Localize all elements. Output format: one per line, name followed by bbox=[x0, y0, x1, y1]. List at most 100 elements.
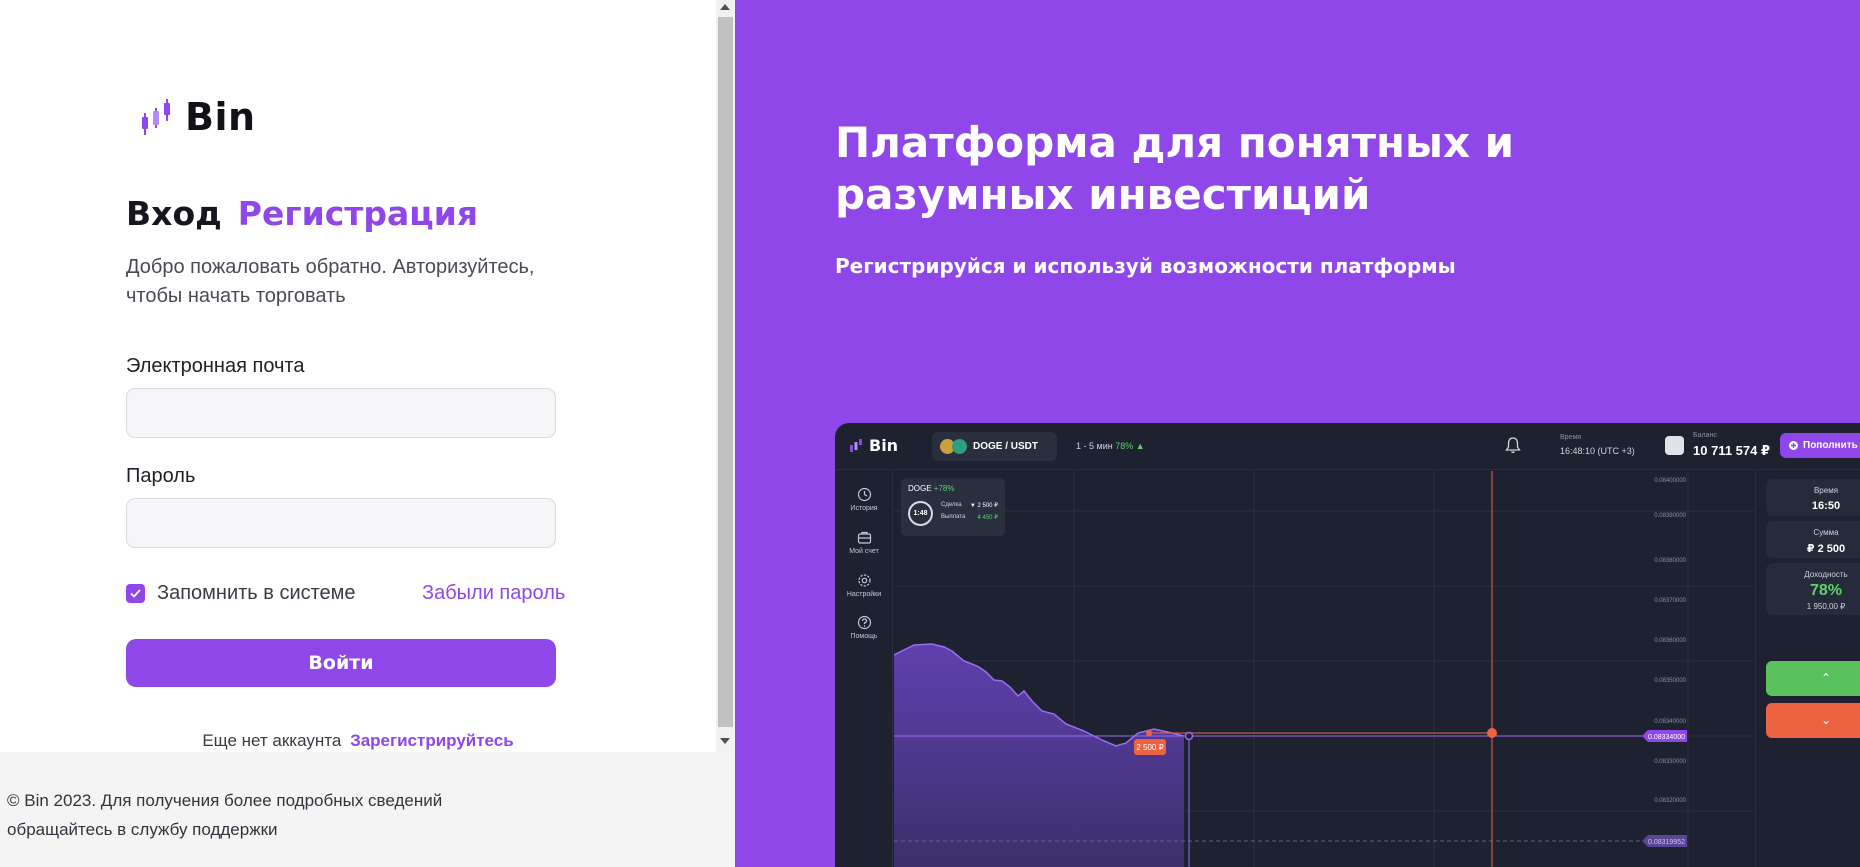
signup-row: Еще нет аккаунта Зарегистрируйтесь bbox=[0, 731, 716, 751]
price-axis: 0.08400000 0.08390000 0.08380000 0.08370… bbox=[1654, 478, 1686, 804]
preview-time-card: Время 16:50 bbox=[1766, 479, 1860, 516]
current-price-label: 0.08334000 bbox=[1648, 734, 1685, 741]
app-preview-image: Bin DOGE / USDT 1 - 5 мин 78% ▲ Время 16… bbox=[835, 423, 1860, 867]
preview-amount-card: Сумма ₽ 2 500 bbox=[1766, 521, 1860, 558]
password-label: Пароль bbox=[126, 465, 196, 487]
preview-sidebar-label: История bbox=[850, 505, 878, 512]
email-label: Электронная почта bbox=[126, 355, 305, 377]
password-field[interactable] bbox=[127, 499, 555, 547]
preview-sidebar-account: Мой счет bbox=[835, 530, 893, 555]
deal-symbol: DOGE +78% bbox=[908, 484, 954, 493]
payout-label: Выплата bbox=[941, 514, 966, 520]
preview-time-label: Время bbox=[1560, 434, 1582, 441]
promo-pane: Платформа для понятных и разумных инвест… bbox=[735, 0, 1860, 867]
panel-time-value: 16:50 bbox=[1811, 500, 1841, 512]
preview-down-button: ⌄ bbox=[1766, 703, 1860, 738]
deal-symbol-name: DOGE bbox=[908, 484, 932, 493]
bell-icon bbox=[1505, 437, 1521, 454]
price-tick: 0.08360000 bbox=[1654, 638, 1686, 644]
panel-amount-label: Сумма bbox=[1813, 528, 1839, 537]
panel-profit-value: 78% bbox=[1809, 582, 1843, 599]
brand-name: Bin bbox=[185, 95, 256, 139]
scroll-thumb[interactable] bbox=[718, 17, 733, 727]
preview-profit-card: Доходность 78% 1 950,00 ₽ bbox=[1766, 563, 1860, 615]
remember-checkbox[interactable] bbox=[126, 584, 145, 603]
footer-text: © Bin 2023. Для получения более подробны… bbox=[7, 791, 443, 839]
preview-up-button: ⌃ bbox=[1766, 661, 1860, 696]
panel-amount-value: ₽ 2 500 bbox=[1806, 543, 1846, 555]
password-field-wrapper bbox=[126, 498, 556, 548]
login-pane: Bin Вход Регистрация Добро пожаловать об… bbox=[0, 0, 716, 752]
scrollbar[interactable] bbox=[716, 0, 735, 752]
forgot-password-link[interactable]: Забыли пароль bbox=[422, 582, 565, 605]
preview-time: 16:48:10 (UTC +3) bbox=[1560, 446, 1635, 456]
preview-header: Bin DOGE / USDT 1 - 5 мин 78% ▲ Время 16… bbox=[835, 423, 1860, 470]
preview-sidebar-label: Помощь bbox=[850, 633, 878, 640]
panel-profit-amount: 1 950,00 ₽ bbox=[1806, 602, 1846, 611]
scroll-up-icon[interactable] bbox=[720, 4, 730, 10]
preview-balance: 10 711 574 ₽ bbox=[1693, 443, 1771, 458]
current-price-dot bbox=[1184, 731, 1194, 741]
panel-profit-label: Доходность bbox=[1804, 570, 1848, 579]
price-tick: 0.08400000 bbox=[1654, 478, 1686, 484]
preview-sidebar-history: История bbox=[835, 487, 893, 512]
brand-logo[interactable]: Bin bbox=[141, 95, 256, 139]
price-tick: 0.08320000 bbox=[1654, 798, 1686, 804]
preview-timeframe: 1 - 5 мин 78% ▲ bbox=[1076, 441, 1145, 451]
price-tick: 0.08350000 bbox=[1654, 678, 1686, 684]
preview-sidebar-label: Мой счет bbox=[849, 548, 879, 555]
usdt-coin-icon bbox=[952, 439, 967, 454]
deal-value: ▼ 2 500 ₽ bbox=[969, 503, 998, 509]
preview-balance-label: Баланс bbox=[1693, 432, 1717, 439]
checkmark-icon bbox=[130, 589, 141, 598]
price-tick: 0.08370000 bbox=[1654, 598, 1686, 604]
preview-sidebar-help: Помощь bbox=[835, 615, 893, 640]
panel-time-label: Время bbox=[1813, 486, 1839, 495]
email-field-wrapper bbox=[126, 388, 556, 438]
preview-timeframe-label: 1 - 5 мин bbox=[1076, 441, 1113, 451]
expiry-marker bbox=[1487, 728, 1497, 738]
email-field[interactable] bbox=[127, 389, 555, 437]
briefcase-icon bbox=[857, 531, 871, 544]
payout-value: 4 450 ₽ bbox=[977, 515, 999, 521]
preview-avatar bbox=[1665, 436, 1684, 455]
help-icon bbox=[857, 615, 871, 630]
price-tick: 0.08380000 bbox=[1654, 558, 1686, 564]
candlestick-logo-icon bbox=[850, 438, 862, 452]
preview-price-chart: 2 500 ₽ 0.08400000 0.08390000 0.08380000… bbox=[894, 471, 1754, 867]
preview-deal-card: DOGE +78% 1:48 Сделка ▼ 2 500 ₽ Выплата … bbox=[901, 478, 1005, 536]
deal-label: Сделка bbox=[941, 502, 962, 508]
tab-register[interactable]: Регистрация bbox=[238, 194, 478, 233]
preview-trade-panel: Время 16:50 Сумма ₽ 2 500 Доходность 78%… bbox=[1755, 471, 1860, 867]
secondary-price-label: 0.08319952 bbox=[1648, 839, 1685, 846]
scroll-down-icon[interactable] bbox=[720, 738, 730, 744]
welcome-text: Добро пожаловать обратно. Авторизуйтесь,… bbox=[126, 256, 535, 307]
hero-title: Платформа для понятных и разумных инвест… bbox=[835, 118, 1515, 219]
preview-pair-selector: DOGE / USDT bbox=[932, 432, 1057, 461]
footer: © Bin 2023. Для получения более подробны… bbox=[0, 752, 735, 867]
chart-area bbox=[894, 644, 1184, 867]
deal-symbol-pct: +78% bbox=[933, 484, 955, 493]
auth-tabs: Вход Регистрация bbox=[126, 194, 478, 233]
candlestick-logo-icon bbox=[142, 99, 170, 135]
price-tick: 0.08390000 bbox=[1654, 513, 1686, 519]
tab-login[interactable]: Вход bbox=[126, 194, 222, 233]
no-account-text: Еще нет аккаунта bbox=[202, 731, 342, 750]
preview-deposit-label: Пополнить bbox=[1803, 440, 1858, 451]
preview-sidebar: История Мой счет Настройки Помощь bbox=[835, 471, 893, 867]
history-icon bbox=[857, 487, 871, 502]
preview-deposit-button: Пополнить bbox=[1780, 433, 1860, 458]
preview-pair: DOGE / USDT bbox=[973, 441, 1039, 452]
remember-me[interactable]: Запомнить в системе bbox=[126, 582, 356, 605]
plus-circle-icon bbox=[1789, 441, 1798, 450]
preview-logo-text: Bin bbox=[869, 436, 899, 455]
price-tick: 0.08330000 bbox=[1654, 759, 1686, 765]
signup-link[interactable]: Зарегистрируйтесь bbox=[350, 731, 514, 750]
remember-label: Запомнить в системе bbox=[157, 582, 356, 604]
deal-timer: 1:48 bbox=[908, 501, 933, 526]
login-button[interactable]: Войти bbox=[126, 639, 556, 687]
trade-entry-dot bbox=[1146, 730, 1152, 736]
gear-icon bbox=[857, 574, 871, 587]
preview-timeframe-pct: 78% ▲ bbox=[1115, 441, 1145, 451]
preview-sidebar-settings: Настройки bbox=[835, 573, 893, 598]
